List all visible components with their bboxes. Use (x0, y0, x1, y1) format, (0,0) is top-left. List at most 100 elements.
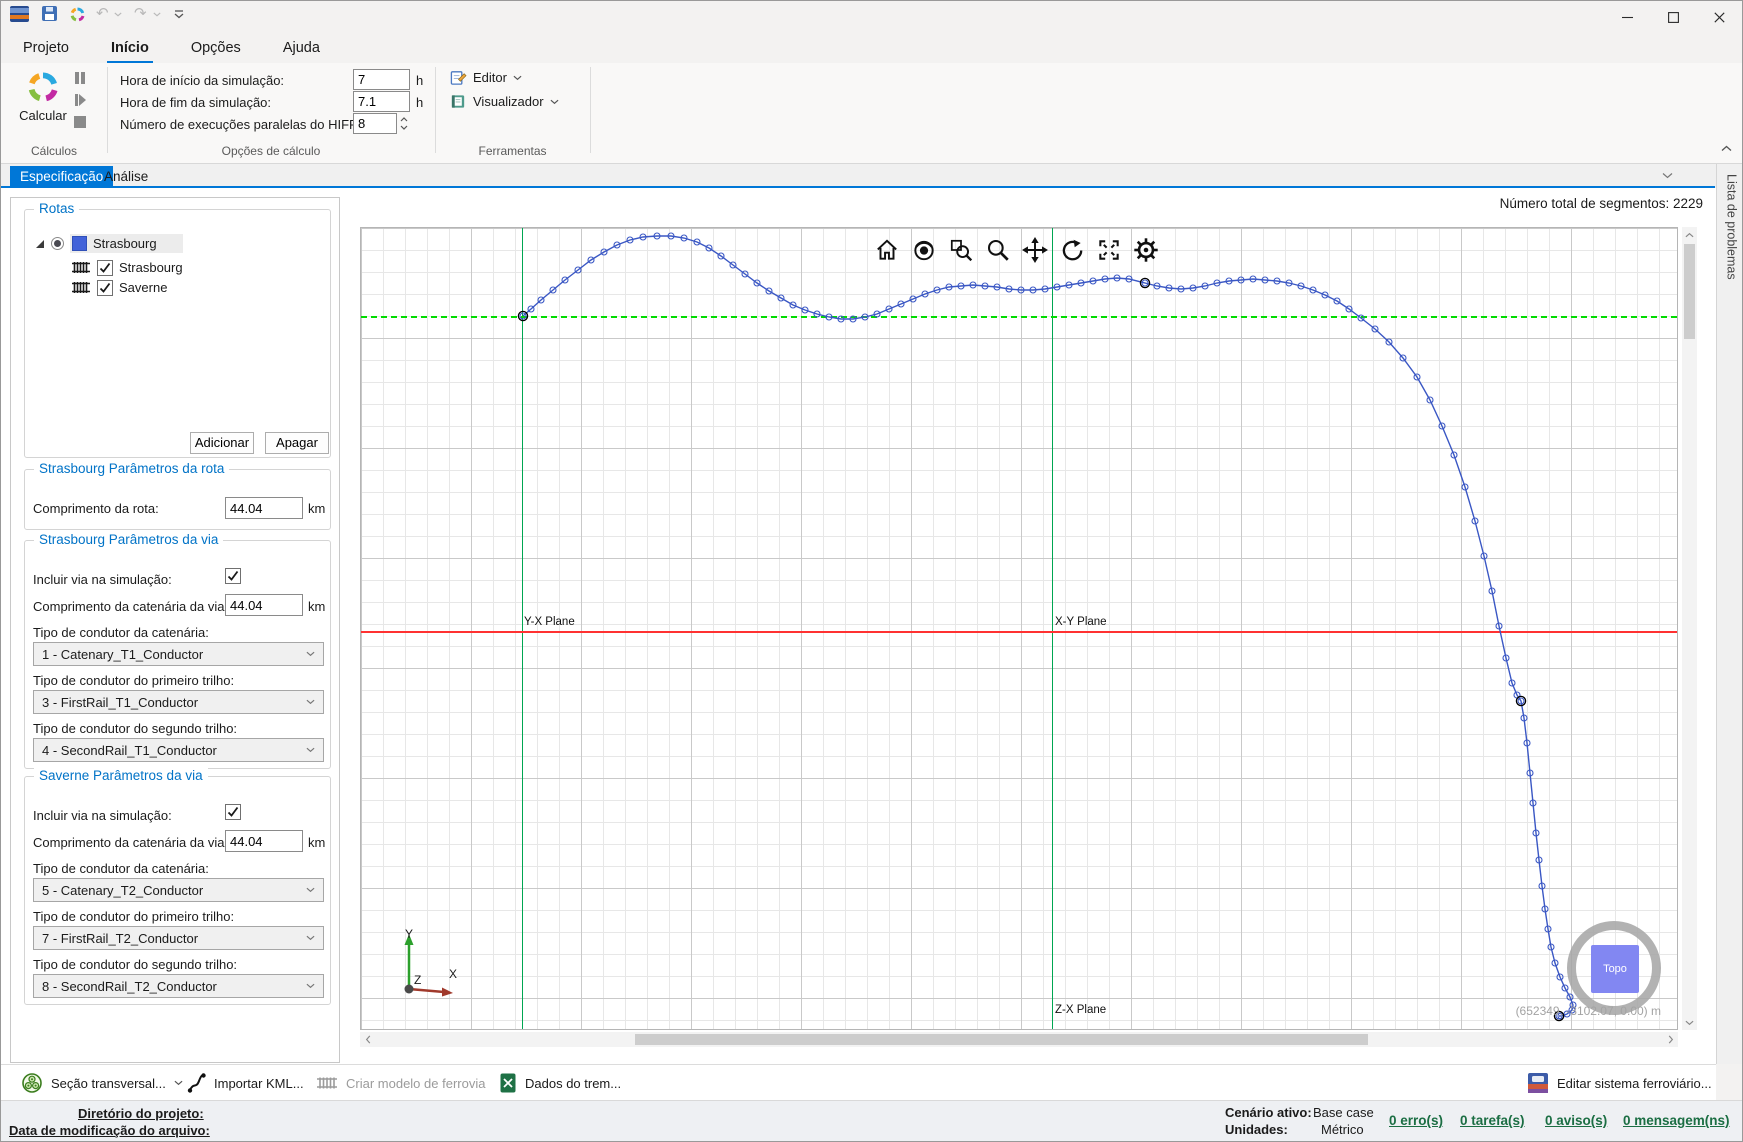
import-kml-button[interactable]: Importar KML... (186, 1065, 304, 1101)
home-icon[interactable] (873, 236, 901, 264)
add-route-button[interactable]: Adicionar (190, 432, 254, 454)
include-track-checkbox[interactable] (225, 804, 241, 820)
editor-dropdown[interactable]: Editor (450, 69, 522, 86)
sim-end-unit: h (416, 95, 423, 110)
horizontal-scroll-thumb[interactable] (635, 1034, 1368, 1045)
zoom-region-icon[interactable] (947, 236, 975, 264)
sim-end-input[interactable] (353, 91, 410, 112)
second-rail-conductor-select[interactable]: 4 - SecondRail_T1_Conductor (33, 738, 324, 762)
undo-icon[interactable]: ↶ (96, 4, 109, 22)
close-button[interactable] (1696, 1, 1742, 33)
units-label: Unidades: (1225, 1122, 1288, 1137)
chevron-down-icon (306, 887, 315, 893)
first-rail-conductor-select[interactable]: 7 - FirstRail_T2_Conductor (33, 926, 324, 950)
first-rail-conductor-select[interactable]: 3 - FirstRail_T1_Conductor (33, 690, 324, 714)
calculate-button[interactable]: Calcular (17, 69, 69, 135)
rotate-icon[interactable] (1058, 236, 1086, 264)
scroll-down-icon[interactable] (1682, 1015, 1697, 1030)
warnings-link[interactable]: 0 aviso(s) (1545, 1113, 1607, 1128)
stop-button[interactable] (73, 115, 87, 129)
track-checkbox[interactable] (97, 260, 113, 276)
minimize-button[interactable] (1604, 1, 1650, 33)
delete-route-button[interactable]: Apagar (265, 432, 329, 454)
scroll-up-icon[interactable] (1682, 227, 1697, 242)
customize-toolbar-icon[interactable] (174, 10, 184, 19)
problems-list-label: Lista de problemas (1723, 174, 1739, 280)
geometry-viewport[interactable]: Y-X Plane X-Y Plane Z-X Plane Y Z X (360, 227, 1678, 1030)
track-checkbox[interactable] (97, 280, 113, 296)
fit-extents-icon[interactable] (1095, 236, 1123, 264)
horizontal-scrollbar[interactable] (360, 1032, 1678, 1047)
pause-button[interactable] (73, 71, 87, 85)
tab-opcoes[interactable]: Opções (187, 38, 245, 58)
messages-link[interactable]: 0 mensagem(ns) (1623, 1113, 1730, 1128)
create-railway-model-button[interactable]: Criar modelo de ferrovia (316, 1065, 485, 1101)
hifreq-spinner[interactable] (398, 113, 410, 134)
zoom-icon[interactable] (984, 236, 1012, 264)
edit-railway-system-label: Editar sistema ferroviário... (1557, 1076, 1712, 1091)
vertical-scrollbar[interactable] (1682, 227, 1697, 1030)
scroll-left-icon[interactable] (360, 1032, 375, 1047)
project-directory-link[interactable]: Diretório do projeto: (78, 1106, 204, 1121)
doctabs-overflow-icon[interactable] (1662, 172, 1673, 179)
pan-icon[interactable] (1021, 236, 1049, 264)
specification-panel: Rotas Strasbourg Strasbourg Saverne Adic… (10, 197, 340, 1063)
include-track-checkbox[interactable] (225, 568, 241, 584)
vertical-scroll-thumb[interactable] (1684, 244, 1695, 339)
route-length-input[interactable] (225, 497, 303, 519)
visualizer-label: Visualizador (473, 94, 544, 109)
scroll-right-icon[interactable] (1663, 1032, 1678, 1047)
catenary-length-input[interactable] (225, 830, 303, 852)
track-params-title: Strasbourg Parâmetros da via (34, 532, 223, 547)
application-window: ↶ ↷ Projeto Início Opções Ajuda (0, 0, 1743, 1142)
axis-triad: Y Z X (386, 926, 468, 1008)
tab-analise[interactable]: Análise (94, 166, 158, 188)
train-data-label: Dados do trem... (525, 1076, 621, 1091)
collapse-ribbon-icon[interactable] (1721, 145, 1732, 152)
problems-list-strip[interactable]: Lista de problemas (1716, 164, 1743, 1064)
tree-child-row[interactable]: Strasbourg (71, 258, 183, 277)
catenary-conductor-select[interactable]: 1 - Catenary_T1_Conductor (33, 642, 324, 666)
view-cube[interactable]: Topo (1591, 945, 1639, 993)
tree-root-row[interactable]: Strasbourg (35, 234, 183, 253)
catenary-conductor-select[interactable]: 5 - Catenary_T2_Conductor (33, 878, 324, 902)
edit-railway-system-button[interactable]: Editar sistema ferroviário... (1527, 1065, 1712, 1101)
editor-label: Editor (473, 70, 507, 85)
route-params-title: Strasbourg Parâmetros da rota (34, 461, 229, 476)
hifreq-parallel-input[interactable] (353, 113, 397, 134)
route-radio[interactable] (51, 237, 64, 250)
settings-gear-icon[interactable] (1132, 236, 1160, 264)
catenary-conductor-value: 1 - Catenary_T1_Conductor (42, 647, 203, 662)
eye-icon[interactable] (910, 236, 938, 264)
step-button[interactable] (73, 93, 87, 107)
errors-link[interactable]: 0 erro(s) (1389, 1113, 1443, 1128)
routes-groupbox: Rotas Strasbourg Strasbourg Saverne Adic… (24, 209, 331, 458)
tree-expander-icon[interactable] (35, 239, 45, 249)
second-rail-conductor-select[interactable]: 8 - SecondRail_T2_Conductor (33, 974, 324, 998)
chevron-down-icon (306, 747, 315, 753)
tree-child-row[interactable]: Saverne (71, 278, 167, 297)
sim-start-input[interactable] (353, 69, 410, 90)
document-tab-strip: Especificação Análise (1, 164, 1716, 188)
sim-end-label: Hora de fim da simulação: (120, 95, 271, 110)
save-button-icon[interactable] (42, 6, 57, 21)
tab-ajuda[interactable]: Ajuda (279, 38, 324, 58)
visualizer-icon (450, 93, 467, 110)
file-modified-link[interactable]: Data de modificação do arquivo: (9, 1123, 210, 1138)
tasks-link[interactable]: 0 tarefa(s) (1460, 1113, 1525, 1128)
tab-inicio[interactable]: Início (107, 38, 153, 58)
undo-dropdown-icon[interactable] (114, 12, 122, 17)
title-bar: ↶ ↷ (1, 1, 1742, 33)
catenary-length-input[interactable] (225, 594, 303, 616)
redo-dropdown-icon[interactable] (153, 12, 161, 17)
train-data-button[interactable]: Dados do trem... (499, 1065, 621, 1101)
redo-icon[interactable]: ↷ (134, 4, 147, 22)
quick-calculate-icon[interactable] (69, 6, 86, 23)
visualizer-dropdown[interactable]: Visualizador (450, 93, 559, 110)
cross-section-button[interactable]: Seção transversal... (21, 1065, 183, 1101)
route-color-swatch[interactable] (72, 236, 87, 251)
chevron-down-icon (174, 1080, 183, 1086)
tab-projeto[interactable]: Projeto (19, 38, 73, 58)
app-icon[interactable] (10, 6, 29, 22)
maximize-button[interactable] (1650, 1, 1696, 33)
